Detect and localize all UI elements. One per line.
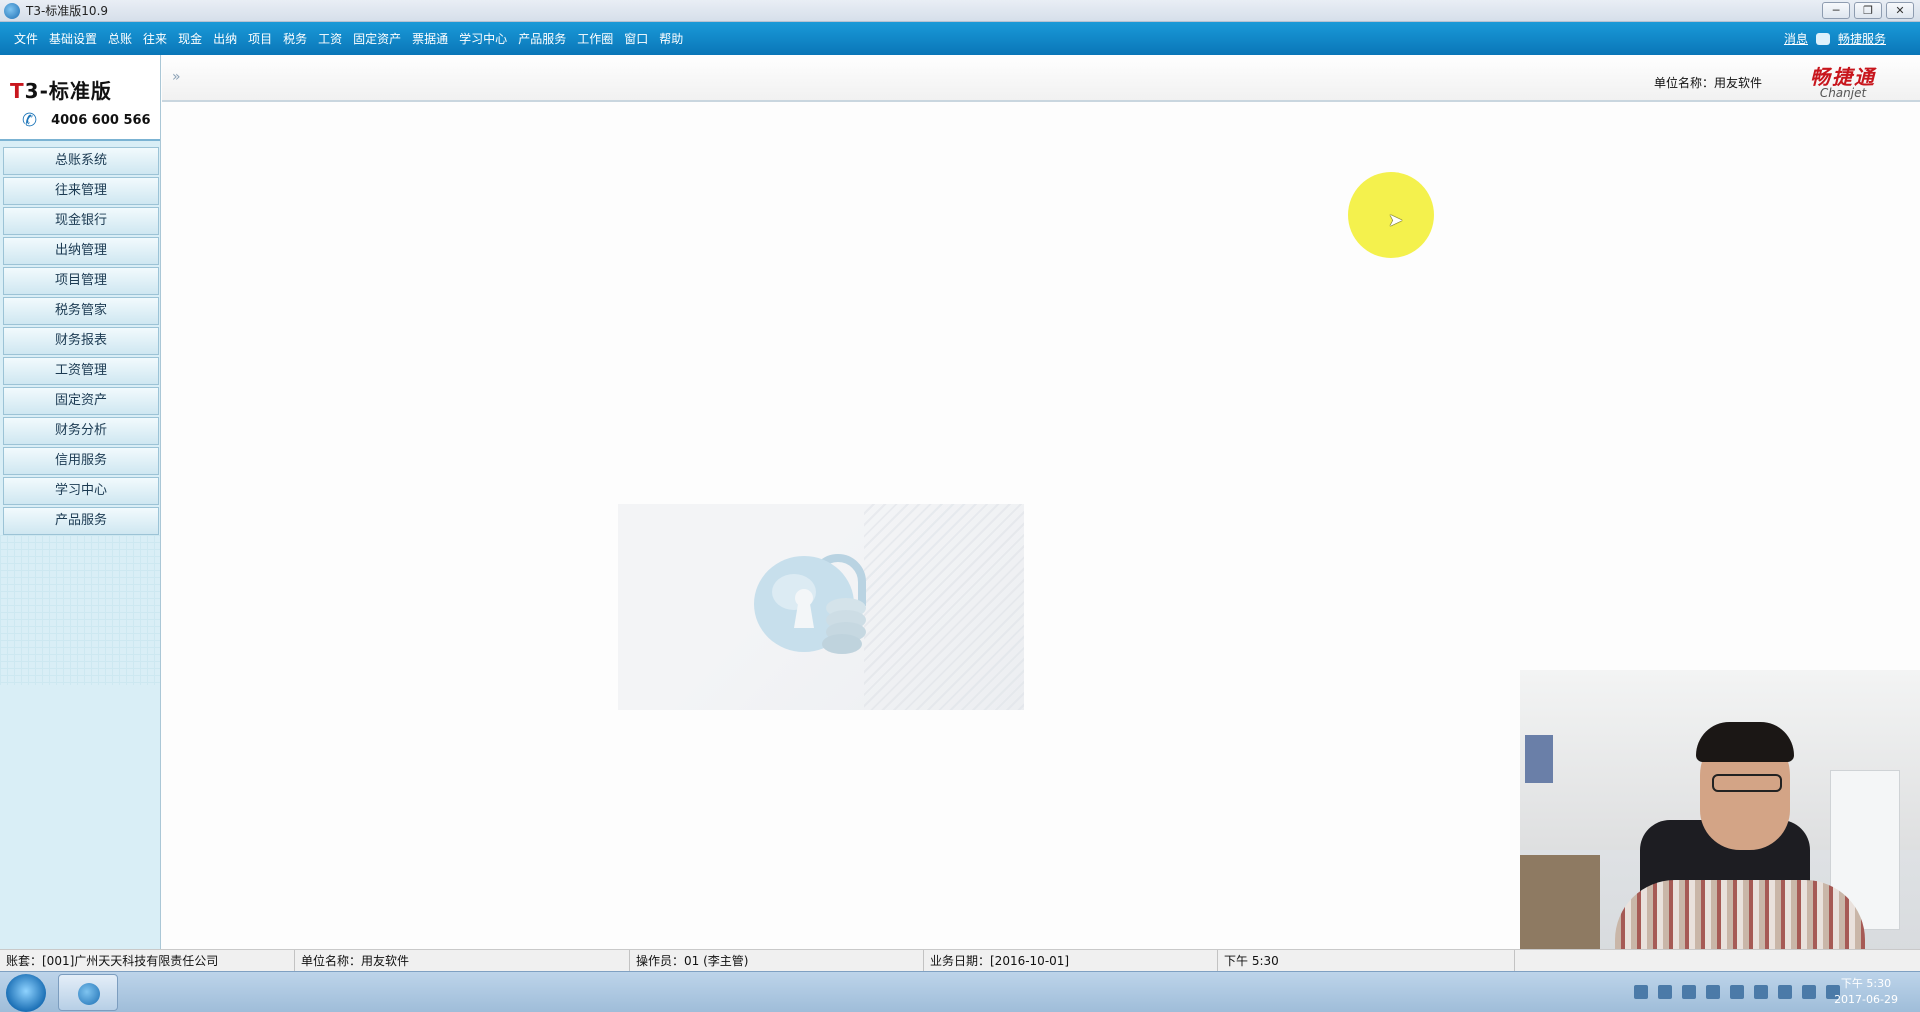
clock-time: 下午 5:30 <box>1840 977 1892 990</box>
message-icon <box>1815 32 1830 45</box>
tray-device-icon[interactable] <box>1778 985 1792 999</box>
webcam-overlay <box>1520 670 1920 970</box>
status-bar: 账套：[001]广州天天科技有限责任公司 单位名称：用友软件 操作员：01 (李… <box>0 949 1920 972</box>
nav-receivables[interactable]: 往来管理 <box>3 177 159 205</box>
menu-product-service[interactable]: 产品服务 <box>518 30 566 47</box>
logo-text: T3-标准版 <box>10 79 112 103</box>
nav-financial-reports[interactable]: 财务报表 <box>3 327 159 355</box>
status-business-date: 业务日期：[2016-10-01] <box>924 949 1218 972</box>
menu-bar: 文件 基础设置 总账 往来 现金 出纳 项目 税务 工资 固定资产 票据通 学习… <box>0 22 1920 55</box>
nav-product-service[interactable]: 产品服务 <box>3 507 159 535</box>
close-button[interactable]: ✕ <box>1886 2 1914 19</box>
menu-learning-center[interactable]: 学习中心 <box>459 30 507 47</box>
keyboard-icon[interactable] <box>1634 985 1648 999</box>
nav-cash-bank[interactable]: 现金银行 <box>3 207 159 235</box>
menu-right-links: 消息 畅捷服务 <box>1784 30 1886 47</box>
mouse-cursor-icon: ➤ <box>1388 210 1404 231</box>
nav-financial-analysis[interactable]: 财务分析 <box>3 417 159 445</box>
menu-cash[interactable]: 现金 <box>178 30 202 47</box>
webcam-person-glasses <box>1712 774 1782 792</box>
window-title: T3-标准版10.9 <box>26 4 109 18</box>
minimize-button[interactable]: ─ <box>1822 2 1850 19</box>
left-nav-panel: T3-标准版 ✆ 4006 600 566 总账系统 往来管理 现金银行 出纳管… <box>0 55 161 949</box>
service-link[interactable]: 畅捷服务 <box>1838 30 1886 47</box>
menu-help[interactable]: 帮助 <box>659 30 683 47</box>
app-icon <box>4 2 20 19</box>
nav-credit-service[interactable]: 信用服务 <box>3 447 159 475</box>
status-operator: 操作员：01 (李主管) <box>630 949 924 972</box>
network-icon[interactable] <box>1658 985 1672 999</box>
menu-fixed-assets[interactable]: 固定资产 <box>353 30 401 47</box>
menu-window[interactable]: 窗口 <box>624 30 648 47</box>
menu-work-circle[interactable]: 工作圈 <box>577 30 613 47</box>
menu-basic-settings[interactable]: 基础设置 <box>49 30 97 47</box>
restore-button[interactable]: ❐ <box>1854 2 1882 19</box>
webcam-person-hair <box>1696 722 1794 762</box>
splash-image <box>618 504 1024 710</box>
content-header: » 单位名称：用友软件 畅捷通 Chanjet <box>162 55 1920 102</box>
nav-cashier[interactable]: 出纳管理 <box>3 237 159 265</box>
menu-payroll[interactable]: 工资 <box>318 30 342 47</box>
brand-name-en: Chanjet <box>1819 86 1867 100</box>
menu-receivables[interactable]: 往来 <box>143 30 167 47</box>
flag-icon[interactable] <box>1802 985 1816 999</box>
brand-logo: 畅捷通 Chanjet <box>1810 61 1876 100</box>
nav-general-ledger[interactable]: 总账系统 <box>3 147 159 175</box>
phone-icon: ✆ <box>22 110 38 131</box>
clock-date: 2017-06-29 <box>1834 993 1898 1006</box>
t3-tray-icon-2[interactable] <box>1706 985 1720 999</box>
nav-fixed-assets[interactable]: 固定资产 <box>3 387 159 415</box>
lock-coins-icon <box>754 554 866 654</box>
product-logo: T3-标准版 ✆ 4006 600 566 <box>0 55 160 141</box>
nav-project[interactable]: 项目管理 <box>3 267 159 295</box>
tray-app-icon[interactable] <box>1730 985 1744 999</box>
menu-project[interactable]: 项目 <box>248 30 272 47</box>
status-time: 下午 5:30 <box>1218 949 1515 972</box>
nav-learning-center[interactable]: 学习中心 <box>3 477 159 505</box>
status-unit: 单位名称：用友软件 <box>295 949 630 972</box>
unit-name-label: 单位名称：用友软件 <box>1653 76 1762 90</box>
tray-tool-icon[interactable] <box>1754 985 1768 999</box>
hotline-number: 4006 600 566 <box>51 113 151 128</box>
status-account: 账套：[001]广州天天科技有限责任公司 <box>0 949 295 972</box>
menu-tax[interactable]: 税务 <box>283 30 307 47</box>
menu-cashier[interactable]: 出纳 <box>213 30 237 47</box>
taskbar-clock[interactable]: 下午 5:30 2017-06-29 <box>1834 976 1898 1008</box>
nav-payroll[interactable]: 工资管理 <box>3 357 159 385</box>
menu-general-ledger[interactable]: 总账 <box>108 30 132 47</box>
menu-bills[interactable]: 票据通 <box>412 30 448 47</box>
webcam-poster <box>1525 735 1553 783</box>
system-tray <box>1634 985 1840 999</box>
module-list: 总账系统 往来管理 现金银行 出纳管理 项目管理 税务管家 财务报表 工资管理 … <box>0 141 160 535</box>
decorative-grid <box>0 535 160 685</box>
window-titlebar: T3-标准版10.9 ─ ❐ ✕ <box>0 0 1920 22</box>
app-icon <box>78 983 100 1005</box>
t3-tray-icon[interactable] <box>1682 985 1696 999</box>
nav-tax[interactable]: 税务管家 <box>3 297 159 325</box>
hotline: ✆ 4006 600 566 <box>10 110 160 131</box>
os-taskbar: 下午 5:30 2017-06-29 <box>0 971 1920 1012</box>
start-orb-icon[interactable] <box>6 974 46 1012</box>
taskbar-app-t3[interactable] <box>58 974 118 1011</box>
expand-panel-icon[interactable]: » <box>172 69 181 85</box>
message-link[interactable]: 消息 <box>1784 30 1808 47</box>
window-controls: ─ ❐ ✕ <box>1822 2 1914 19</box>
menu-file[interactable]: 文件 <box>14 30 38 47</box>
